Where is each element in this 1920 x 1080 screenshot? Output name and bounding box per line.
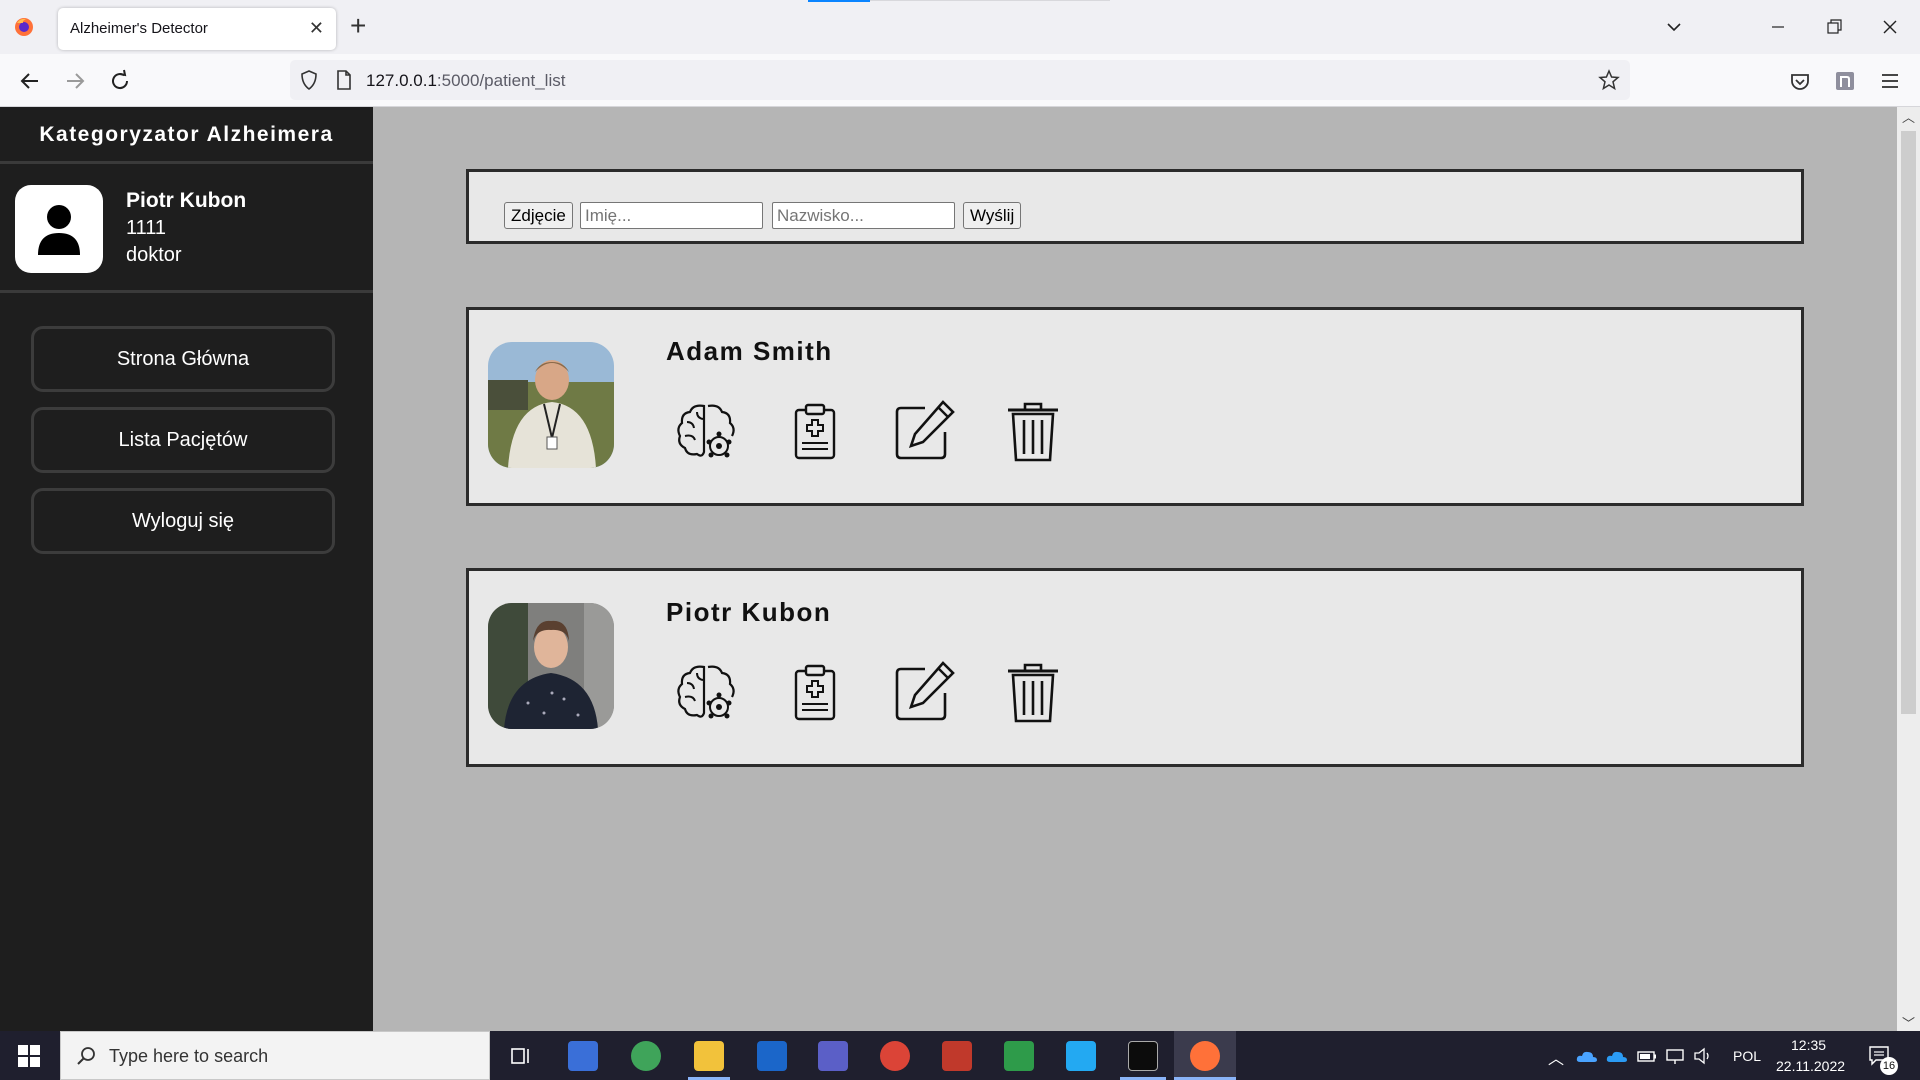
back-icon[interactable] bbox=[15, 66, 45, 96]
url-bar[interactable]: 127.0.0.1:5000/patient_list bbox=[290, 60, 1630, 100]
patient-name: Piotr Kubon bbox=[666, 597, 832, 627]
terminal-icon[interactable] bbox=[1128, 1041, 1158, 1071]
patient-photo-image bbox=[488, 603, 614, 729]
brain-icon[interactable] bbox=[673, 659, 739, 725]
extension-icon[interactable] bbox=[1830, 66, 1860, 96]
patient-photo bbox=[488, 603, 614, 729]
user-name: Piotr Kubon bbox=[126, 189, 247, 212]
language-indicator[interactable]: POL bbox=[1733, 1048, 1761, 1064]
page-icon[interactable] bbox=[334, 69, 354, 91]
firefox-taskbar-item[interactable] bbox=[1174, 1031, 1236, 1080]
reload-icon[interactable] bbox=[105, 66, 135, 96]
search-placeholder: Type here to search bbox=[109, 1046, 269, 1066]
patient-photo bbox=[488, 342, 614, 468]
close-window-icon[interactable] bbox=[1876, 14, 1904, 40]
tab-list-icon[interactable] bbox=[1660, 14, 1688, 40]
browser-navbar: 127.0.0.1:5000/patient_list bbox=[0, 54, 1920, 107]
tab-hint bbox=[870, 0, 1110, 1]
url-text[interactable]: 127.0.0.1:5000/patient_list bbox=[366, 71, 565, 91]
patient-card: Piotr Kubon bbox=[466, 568, 1804, 767]
app-title: Kategoryzator Alzheimera bbox=[39, 123, 334, 146]
minimize-icon[interactable] bbox=[1764, 14, 1792, 40]
patient-form: Zdjęcie Wyślij bbox=[466, 169, 1804, 244]
browser-tab[interactable]: Alzheimer's Detector ✕ bbox=[58, 8, 336, 50]
file-explorer-icon[interactable] bbox=[694, 1041, 724, 1071]
taskbar-search[interactable]: Type here to search bbox=[60, 1031, 490, 1080]
clipboard-medical-icon[interactable] bbox=[782, 659, 848, 725]
edit-icon[interactable] bbox=[891, 659, 957, 725]
search-icon bbox=[77, 1047, 95, 1065]
url-path: :5000/patient_list bbox=[436, 71, 566, 90]
app-icon[interactable] bbox=[568, 1041, 598, 1071]
user-role: doktor bbox=[126, 244, 182, 266]
menu-home-button[interactable]: Strona Główna bbox=[31, 326, 335, 392]
last-name-input[interactable] bbox=[772, 202, 955, 229]
chrome-icon[interactable] bbox=[880, 1041, 910, 1071]
firefox-icon bbox=[15, 18, 33, 36]
battery-icon[interactable] bbox=[1636, 1046, 1658, 1066]
sidebar: Kategoryzator Alzheimera Piotr Kubon 111… bbox=[0, 107, 373, 1031]
patient-card: Adam Smith bbox=[466, 307, 1804, 506]
menu-logout-button[interactable]: Wyloguj się bbox=[31, 488, 335, 554]
avatar bbox=[15, 185, 103, 273]
brain-icon[interactable] bbox=[673, 398, 739, 464]
notification-count-badge: 16 bbox=[1880, 1057, 1898, 1075]
clipboard-medical-icon[interactable] bbox=[782, 398, 848, 464]
patient-photo-image bbox=[488, 342, 614, 468]
firefox-icon bbox=[1190, 1041, 1220, 1071]
page-scrollbar[interactable]: ︿ ﹀ bbox=[1897, 107, 1920, 1031]
user-id: 1111 bbox=[126, 217, 167, 239]
clock-time[interactable]: 12:35 bbox=[1791, 1037, 1826, 1053]
trash-icon[interactable] bbox=[1000, 398, 1066, 464]
network-icon[interactable] bbox=[1664, 1046, 1686, 1066]
menu-patient-list-button[interactable]: Lista Pacjętów bbox=[31, 407, 335, 473]
scroll-down-icon[interactable]: ﹀ bbox=[1902, 1013, 1915, 1032]
user-icon bbox=[38, 205, 80, 255]
submit-button[interactable]: Wyślij bbox=[963, 202, 1022, 229]
forward-icon[interactable] bbox=[60, 66, 90, 96]
tab-title: Alzheimer's Detector bbox=[70, 20, 208, 37]
task-view-icon[interactable] bbox=[505, 1041, 535, 1071]
app-icon[interactable] bbox=[942, 1041, 972, 1071]
scroll-thumb[interactable] bbox=[1901, 131, 1916, 714]
patient-name: Adam Smith bbox=[666, 336, 833, 366]
onedrive-icon[interactable] bbox=[1576, 1046, 1598, 1066]
url-host: 127.0.0.1 bbox=[366, 71, 437, 90]
trash-icon[interactable] bbox=[1000, 659, 1066, 725]
photo-button[interactable]: Zdjęcie bbox=[504, 202, 573, 229]
windows-start-icon[interactable] bbox=[18, 1045, 40, 1067]
pocket-icon[interactable] bbox=[1785, 66, 1815, 96]
bookmark-star-icon[interactable] bbox=[1598, 69, 1620, 91]
divider bbox=[0, 161, 373, 164]
vscode-icon[interactable] bbox=[1066, 1041, 1096, 1071]
tab-close-button[interactable]: ✕ bbox=[309, 18, 324, 38]
app-icon[interactable] bbox=[1004, 1041, 1034, 1071]
first-name-input[interactable] bbox=[580, 202, 763, 229]
cloud-icon[interactable] bbox=[1606, 1046, 1628, 1066]
outlook-icon[interactable] bbox=[757, 1041, 787, 1071]
tab-indicator bbox=[808, 0, 870, 2]
volume-icon[interactable] bbox=[1692, 1046, 1714, 1066]
teams-icon[interactable] bbox=[818, 1041, 848, 1071]
edge-icon[interactable] bbox=[631, 1041, 661, 1071]
page-content: Kategoryzator Alzheimera Piotr Kubon 111… bbox=[0, 107, 1920, 1031]
edit-icon[interactable] bbox=[891, 398, 957, 464]
menu-icon[interactable] bbox=[1875, 66, 1905, 96]
windows-taskbar: Type here to search ︿ POL 12:35 22.11.20… bbox=[0, 1031, 1920, 1080]
browser-tabstrip: Alzheimer's Detector ✕ + bbox=[0, 0, 1920, 54]
clock-date[interactable]: 22.11.2022 bbox=[1776, 1058, 1845, 1074]
scroll-up-icon[interactable]: ︿ bbox=[1902, 107, 1915, 126]
shield-icon[interactable] bbox=[298, 69, 320, 91]
divider bbox=[0, 290, 373, 293]
new-tab-button[interactable]: + bbox=[350, 11, 366, 41]
tray-chevron-icon[interactable]: ︿ bbox=[1548, 1045, 1564, 1069]
restore-icon[interactable] bbox=[1820, 14, 1848, 40]
